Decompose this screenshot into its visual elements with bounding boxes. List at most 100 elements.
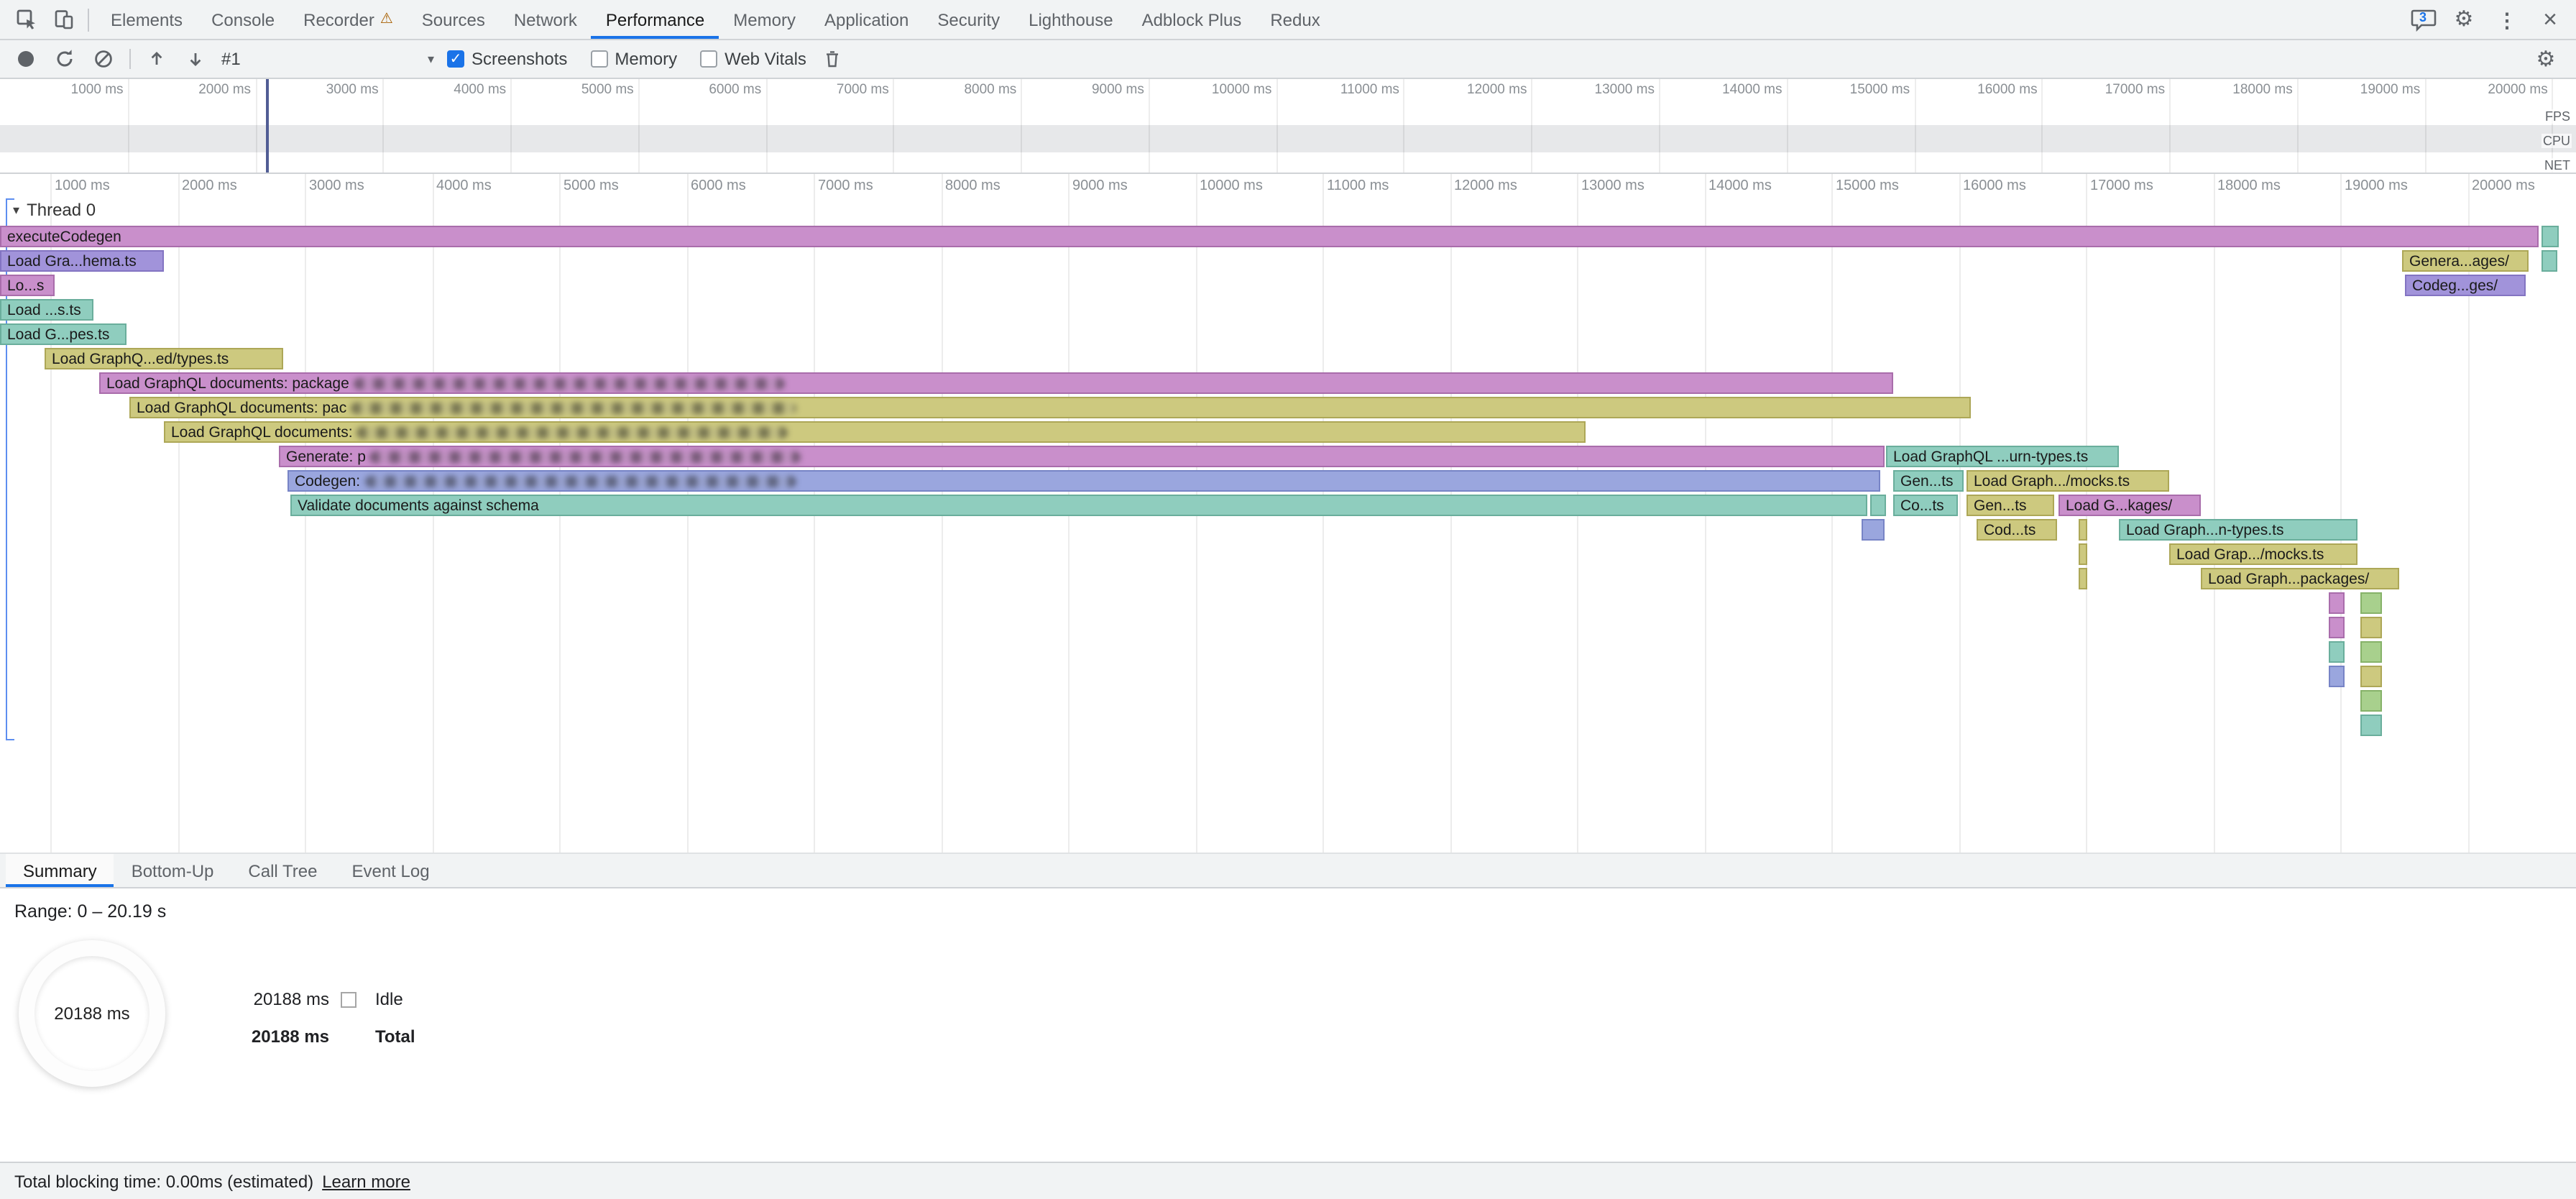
web-vitals-checkbox[interactable]: Web Vitals [700, 49, 806, 69]
flame-event[interactable]: Validate documents against schema [290, 495, 1867, 516]
overview-ruler-label: 1000 ms [23, 82, 124, 98]
flame-event-block[interactable] [2360, 592, 2382, 614]
load-profile-button[interactable] [144, 46, 170, 72]
flame-event-label: Co...ts [1900, 497, 1944, 514]
tab-sources[interactable]: Sources [408, 0, 500, 39]
flame-event[interactable]: Load Graph...n-types.ts [2119, 519, 2358, 541]
overview-ruler-label: 12000 ms [1426, 82, 1527, 98]
flame-event[interactable]: Load GraphQL ...urn-types.ts [1886, 446, 2119, 467]
flame-event[interactable]: Load Graph...packages/ [2201, 568, 2399, 589]
flame-event[interactable]: Load GraphQ...ed/types.ts [45, 348, 283, 369]
tab-application[interactable]: Application [810, 0, 923, 39]
flame-event[interactable]: Load G...kages/ [2058, 495, 2201, 516]
flame-event[interactable]: Lo...s [0, 275, 55, 296]
flame-event[interactable]: Co...ts [1893, 495, 1958, 516]
flame-event-block[interactable] [2542, 226, 2559, 247]
flame-event-block[interactable] [2079, 568, 2087, 589]
flame-event[interactable]: Cod...ts [1977, 519, 2057, 541]
overview-gridline [893, 79, 895, 173]
flame-event[interactable]: Load Graph.../mocks.ts [1966, 470, 2169, 492]
reload-and-record-button[interactable] [52, 46, 78, 72]
flame-event[interactable]: Codegen: [288, 470, 1880, 492]
issues-counter-icon[interactable]: 3 [2411, 8, 2438, 31]
overview-gridline [255, 79, 257, 173]
flame-event[interactable]: Load Gra...hema.ts [0, 250, 164, 272]
flame-event[interactable]: Load GraphQL documents: pac [129, 397, 1971, 418]
flame-event[interactable]: Codeg...ges/ [2405, 275, 2526, 296]
flame-event-block[interactable] [2360, 666, 2382, 687]
flame-event-block[interactable] [1862, 519, 1885, 541]
device-toolbar-icon[interactable] [46, 2, 80, 37]
tab-elements[interactable]: Elements [96, 0, 197, 39]
clear-button[interactable] [91, 46, 116, 72]
flame-event[interactable]: Load ...s.ts [0, 299, 93, 321]
tab-network[interactable]: Network [500, 0, 592, 39]
idle-color-swatch [341, 991, 356, 1007]
learn-more-link[interactable]: Learn more [322, 1171, 410, 1191]
flame-event-block[interactable] [2360, 617, 2382, 638]
flame-event[interactable]: Load GraphQL documents: [164, 421, 1586, 443]
flame-event[interactable]: Gen...ts [1893, 470, 1964, 492]
flame-event-block[interactable] [2329, 641, 2345, 663]
tab-security[interactable]: Security [923, 0, 1014, 39]
inspect-element-icon[interactable] [9, 2, 43, 37]
detail-tab-bottom-up[interactable]: Bottom-Up [114, 854, 231, 887]
flame-event-block[interactable] [1870, 495, 1886, 516]
flame-ruler-label: 2000 ms [182, 178, 237, 194]
tab-adblock-plus[interactable]: Adblock Plus [1128, 0, 1256, 39]
close-devtools-icon[interactable]: × [2533, 2, 2567, 37]
screenshots-checkbox[interactable]: ✓Screenshots [447, 49, 567, 69]
toolbar-separator [129, 49, 131, 69]
detail-tab-summary[interactable]: Summary [6, 854, 114, 887]
flame-event-block[interactable] [2079, 519, 2087, 541]
flame-gridline [178, 174, 179, 853]
flame-event[interactable]: Gen...ts [1966, 495, 2054, 516]
record-button[interactable] [13, 46, 39, 72]
more-options-icon[interactable]: ⋮ [2490, 2, 2524, 37]
flame-event[interactable]: Genera...ages/ [2402, 250, 2529, 272]
issues-count: 3 [2411, 9, 2435, 24]
flame-event-block[interactable] [2329, 617, 2345, 638]
memory-checkbox[interactable]: Memory [590, 49, 677, 69]
flame-event-block[interactable] [2329, 666, 2345, 687]
flame-event-label: Gen...ts [1900, 472, 1954, 490]
redacted-text [357, 426, 788, 438]
flame-event-block[interactable] [2329, 592, 2345, 614]
legend-label: Idle [375, 989, 415, 1009]
tab-memory[interactable]: Memory [719, 0, 810, 39]
delete-recording-button[interactable] [819, 46, 845, 72]
flame-event-block[interactable] [2079, 543, 2087, 565]
overview-gridline [383, 79, 385, 173]
tab-recorder[interactable]: Recorder⚠ [289, 0, 408, 39]
flame-event[interactable]: Load Grap.../mocks.ts [2169, 543, 2358, 565]
flame-event[interactable]: Load G...pes.ts [0, 323, 126, 345]
tab-lighthouse[interactable]: Lighthouse [1014, 0, 1127, 39]
collapse-triangle-icon: ▾ [13, 202, 19, 218]
timeline-overview[interactable]: 1000 ms2000 ms3000 ms4000 ms5000 ms6000 … [0, 79, 2576, 174]
overview-ruler-label: 13000 ms [1554, 82, 1655, 98]
flame-chart-area[interactable]: 1000 ms2000 ms3000 ms4000 ms5000 ms6000 … [0, 174, 2576, 853]
tab-redux[interactable]: Redux [1256, 0, 1334, 39]
flame-event-block[interactable] [2542, 250, 2557, 272]
flame-event[interactable]: executeCodegen [0, 226, 2539, 247]
thread-track-header[interactable]: ▾ Thread 0 [13, 200, 96, 220]
overview-ruler-label: 20000 ms [2447, 82, 2548, 98]
capture-settings-gear-icon[interactable]: ⚙ [2529, 42, 2563, 76]
flame-event[interactable]: Generate: p [279, 446, 1885, 467]
tab-console[interactable]: Console [197, 0, 289, 39]
settings-gear-icon[interactable]: ⚙ [2447, 2, 2481, 37]
flame-event-block[interactable] [2360, 690, 2382, 712]
save-profile-button[interactable] [183, 46, 208, 72]
detail-tab-event-log[interactable]: Event Log [334, 854, 446, 887]
flame-event-block[interactable] [2360, 641, 2382, 663]
flame-event[interactable]: Load GraphQL documents: package [99, 372, 1893, 394]
flame-event-block[interactable] [2360, 715, 2382, 736]
flame-ruler-label: 11000 ms [1327, 178, 1389, 194]
range-label: Range: 0 – 20.19 s [14, 901, 166, 922]
history-dropdown[interactable]: #1 ▾ [221, 49, 434, 69]
tab-label: Performance [606, 9, 704, 29]
redacted-text [354, 377, 785, 389]
detail-tab-call-tree[interactable]: Call Tree [231, 854, 334, 887]
detail-tabs: SummaryBottom-UpCall TreeEvent Log [0, 853, 2576, 888]
tab-performance[interactable]: Performance [592, 0, 719, 39]
